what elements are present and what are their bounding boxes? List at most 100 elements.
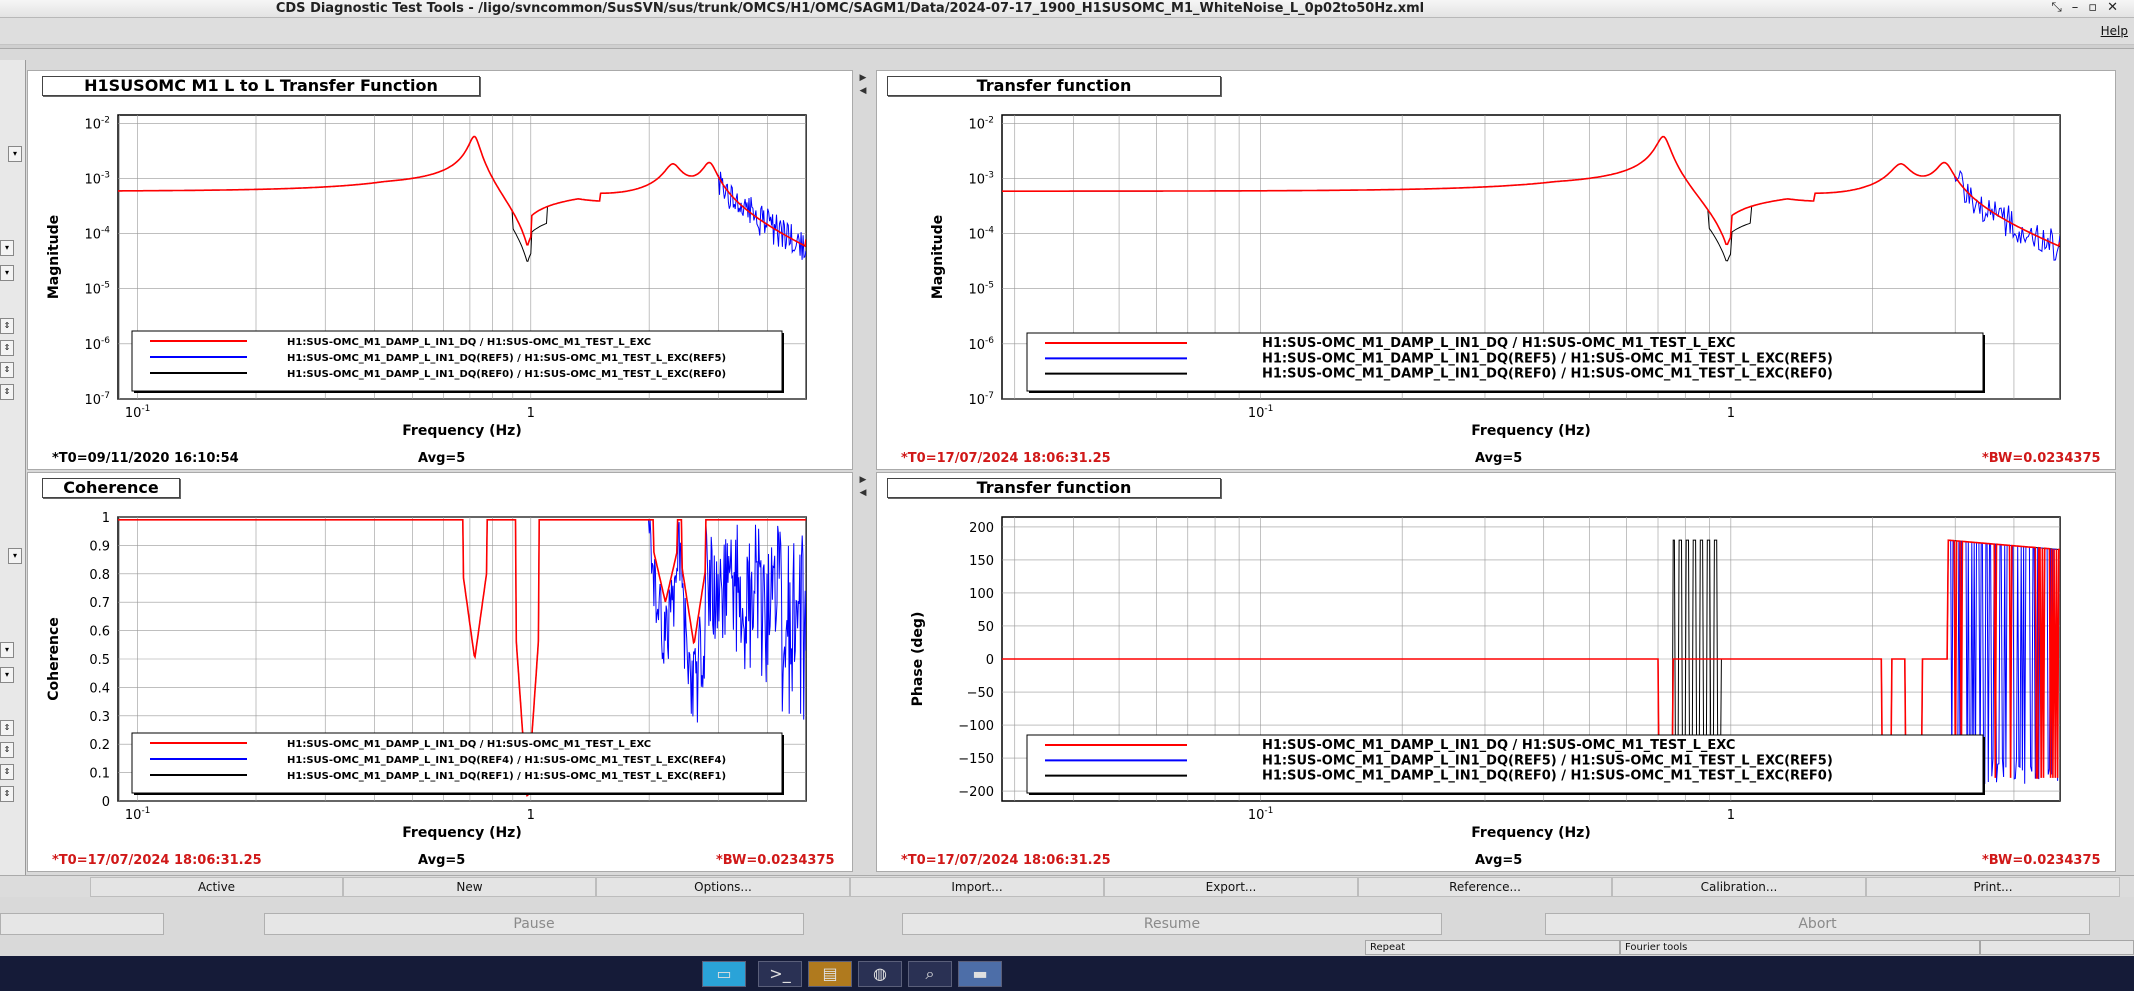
measurement-control-row: Pause Resume Abort [0, 909, 2134, 939]
magnitude-plot-panel-1[interactable]: H1SUSOMC M1 L to L Transfer Function 10-… [27, 70, 853, 470]
import-button[interactable]: Import... [850, 877, 1104, 897]
panel-arrows-top[interactable]: ▶ ◀ [853, 72, 873, 98]
y-axis-label: Magnitude [46, 215, 62, 299]
dropdown-icon[interactable]: ▾ [8, 548, 22, 564]
spinner-icon[interactable]: ⇕ [0, 318, 14, 334]
spinner-icon[interactable]: ⇕ [0, 742, 14, 758]
close-icon[interactable]: ✕ [2107, 0, 2128, 15]
pause-button[interactable]: Pause [264, 913, 804, 935]
y-tick-label: 200 [969, 521, 994, 536]
abort-button[interactable]: Abort [1545, 913, 2090, 935]
x-tick-label: 1 [527, 406, 535, 421]
spinner-icon[interactable]: ⇕ [0, 764, 14, 780]
y-tick-label: 0.9 [89, 539, 110, 554]
y-tick-label: 0 [102, 795, 110, 810]
coherence-plot-panel[interactable]: Coherence 1 0.9 0.8 0.7 0.6 0.5 0.4 0.3 0.2 0.1 0 1… [27, 472, 853, 872]
y-tick-label: 0.3 [89, 710, 110, 725]
x-tick-label: 1 [1727, 406, 1735, 421]
x-tick-label: 10-1 [125, 806, 151, 823]
legend-entry: H1:SUS-OMC_M1_DAMP_L_IN1_DQ(REF0) / H1:S… [1262, 367, 1833, 382]
legend-entry: H1:SUS-OMC_M1_DAMP_L_IN1_DQ / H1:SUS-OMC… [1262, 738, 1735, 753]
y-tick-label: 10-7 [84, 391, 110, 408]
bw-label: *BW=0.0234375 [1982, 451, 2101, 466]
search-icon[interactable]: ⌕ [908, 961, 952, 987]
toolbar-separator [0, 45, 2134, 49]
spinner-icon[interactable]: ⇕ [0, 362, 14, 378]
t0-label: *T0=09/11/2020 16:10:54 [52, 451, 239, 466]
legend-entry: H1:SUS-OMC_M1_DAMP_L_IN1_DQ(REF5) / H1:S… [1262, 351, 1833, 366]
magnitude-plot-panel-2[interactable]: Transfer function 10-2 10-3 10-4 10-5 10-6 10… [876, 70, 2116, 470]
y-tick-label: 150 [969, 554, 994, 569]
calibration-button[interactable]: Calibration... [1612, 877, 1866, 897]
folder-icon[interactable]: ▬ [958, 961, 1002, 987]
print-button[interactable]: Print... [1866, 877, 2120, 897]
y-tick-label: 0.1 [89, 767, 110, 782]
arrow-right-icon: ▶ [859, 73, 867, 83]
new-button[interactable]: New [343, 877, 596, 897]
dropdown-icon[interactable]: ▾ [0, 642, 14, 658]
y-tick-label: 10-2 [84, 115, 110, 132]
help-menu[interactable]: Help [2101, 24, 2128, 38]
spinner-icon[interactable]: ⇕ [0, 384, 14, 400]
menu-bar: Help [0, 18, 2134, 45]
y-tick-label: 100 [969, 587, 994, 602]
legend-entry: H1:SUS-OMC_M1_DAMP_L_IN1_DQ(REF5) / H1:S… [287, 353, 726, 364]
avg-label: Avg=5 [418, 853, 466, 868]
options-button[interactable]: Options... [596, 877, 850, 897]
maximize-icon[interactable]: ▫ [2088, 0, 2107, 15]
title-bar: CDS Diagnostic Test Tools - /ligo/svncom… [0, 0, 2134, 18]
reference-button[interactable]: Reference... [1358, 877, 1612, 897]
y-axis-label: Coherence [46, 617, 62, 701]
x-axis-label: Frequency (Hz) [1471, 825, 1590, 841]
active-button[interactable]: Active [90, 877, 343, 897]
export-button[interactable]: Export... [1104, 877, 1358, 897]
arrow-right-icon: ▶ [859, 475, 867, 485]
files-icon[interactable]: ▤ [808, 961, 852, 987]
spinner-icon[interactable]: ⇕ [0, 720, 14, 736]
spinner-icon[interactable]: ⇕ [0, 340, 14, 356]
minimize-icon[interactable]: ⤡ [2051, 0, 2071, 15]
window-controls[interactable]: ⤡–▫✕ [2051, 0, 2128, 15]
plot-canvas[interactable]: 10-210-310-410-510-610-710-1110Frequency… [877, 71, 2117, 471]
avg-label: Avg=5 [1475, 853, 1523, 868]
plot-canvas[interactable]: 10.90.80.70.60.50.40.30.20.1010-1110Freq… [28, 473, 854, 873]
x-tick-label: 1 [527, 808, 535, 823]
y-tick-label: 10-6 [968, 336, 994, 353]
x-tick-label: 10-1 [125, 404, 151, 421]
t0-label: *T0=17/07/2024 18:06:31.25 [901, 853, 1111, 868]
dropdown-icon[interactable]: ▾ [0, 240, 14, 256]
y-tick-label: −200 [958, 785, 994, 800]
y-tick-label: 50 [977, 620, 994, 635]
y-tick-label: 10-4 [968, 226, 994, 243]
window-title: CDS Diagnostic Test Tools - /ligo/svncom… [275, 1, 1425, 16]
legend-entry: H1:SUS-OMC_M1_DAMP_L_IN1_DQ / H1:SUS-OMC… [1262, 336, 1735, 351]
bw-label: *BW=0.0234375 [1982, 853, 2101, 868]
dropdown-icon[interactable]: ▾ [0, 667, 14, 683]
terminal-icon[interactable]: >_ [758, 961, 802, 987]
dropdown-icon[interactable]: ▾ [0, 265, 14, 281]
legend-entry: H1:SUS-OMC_M1_DAMP_L_IN1_DQ / H1:SUS-OMC… [287, 739, 651, 750]
desktop-icon[interactable]: ▭ [702, 961, 746, 987]
status-repeat: Repeat [1365, 940, 1620, 955]
status-fourier-tools: Fourier tools [1620, 940, 1980, 955]
plot-canvas[interactable]: 200150100500−50−100−150−20010-1110Freque… [877, 473, 2117, 873]
browser-icon[interactable]: ◍ [858, 961, 902, 987]
shrink-icon[interactable]: – [2072, 0, 2089, 15]
y-tick-label: 0.7 [89, 596, 110, 611]
blank-control [0, 913, 164, 935]
plot-canvas[interactable]: 10-210-310-410-510-610-710-1110Frequency… [28, 71, 854, 471]
panel-arrows-bottom[interactable]: ▶ ◀ [853, 474, 873, 500]
y-tick-label: 10-7 [968, 391, 994, 408]
bw-label: *BW=0.0234375 [716, 853, 835, 868]
resume-button[interactable]: Resume [902, 913, 1442, 935]
t0-label: *T0=17/07/2024 18:06:31.25 [901, 451, 1111, 466]
y-tick-label: 1 [102, 511, 110, 526]
phase-plot-panel[interactable]: Transfer function 200 150 100 50 0 −50 −100 −15… [876, 472, 2116, 872]
y-tick-label: −100 [958, 719, 994, 734]
y-tick-label: 10-5 [968, 281, 994, 298]
spinner-icon[interactable]: ⇕ [0, 786, 14, 802]
dropdown-icon[interactable]: ▾ [8, 146, 22, 162]
y-tick-label: 10-3 [968, 170, 994, 187]
y-tick-label: 10-4 [84, 226, 110, 243]
y-tick-label: 0.8 [89, 568, 110, 583]
